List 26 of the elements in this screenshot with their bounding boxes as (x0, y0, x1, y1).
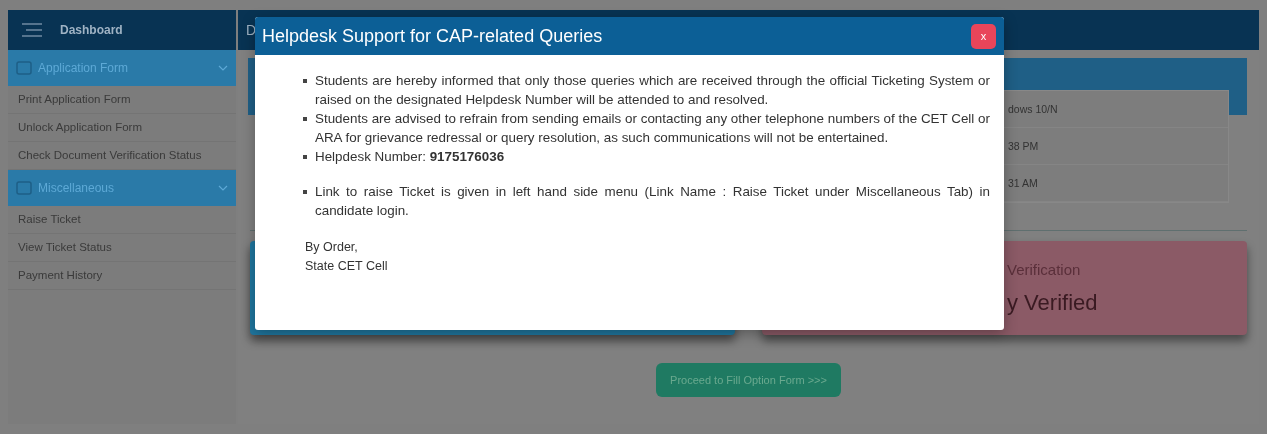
modal-title: Helpdesk Support for CAP-related Queries (262, 25, 603, 47)
proceed-button[interactable]: Proceed to Fill Option Form >>> (656, 363, 841, 397)
close-button[interactable]: x (971, 23, 996, 49)
notice-text: Students are hereby informed that only those queries which are received through the official Ticketing System or raised on the designated Helpdesk Number will be attended to and resolved. (315, 72, 990, 109)
notice-text: Helpdesk Number: 9175176036 (315, 148, 505, 166)
calendar-icon (16, 181, 32, 195)
bullet-icon (303, 79, 307, 83)
chevron-icon[interactable] (218, 185, 228, 191)
menu-icon[interactable] (20, 23, 44, 37)
notice-text: Link to raise Ticket is given in left hand side menu (Link Name : Raise Ticket under Miscellaneous Tab) in candidate login. (315, 183, 990, 220)
sidebar-title: Dashboard (60, 23, 123, 37)
menu-link[interactable]: View Ticket Status (8, 234, 236, 262)
card-value: y Verified (1007, 289, 1099, 316)
bullet-icon (303, 117, 307, 121)
menu-link[interactable]: Print Application Form (8, 86, 236, 114)
menu-link[interactable]: Raise Ticket (8, 206, 236, 234)
calendar-icon (16, 61, 32, 75)
chevron-icon[interactable] (218, 65, 228, 71)
page-title: D (246, 22, 257, 38)
bullet-icon (303, 155, 307, 159)
signoff-text: State CET Cell (305, 258, 388, 275)
signoff-text: By Order, (305, 239, 358, 256)
menu-link[interactable]: Payment History (8, 262, 236, 290)
notice-text: Students are advised to refrain from sending emails or contacting any other telephone numbers of the CET Cell or ARA for grievance redressal or query resolution, as such communications will not be entertained. (315, 110, 990, 147)
bullet-icon (303, 190, 307, 194)
menu-link[interactable]: Unlock Application Form (8, 114, 236, 142)
